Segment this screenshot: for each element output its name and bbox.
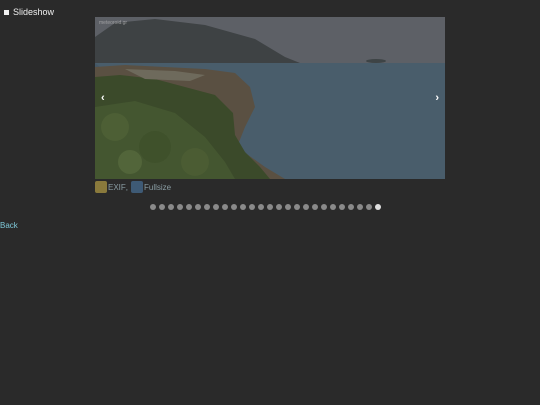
pagination-dot[interactable] (159, 204, 165, 210)
pagination-dot[interactable] (339, 204, 345, 210)
pagination-dot[interactable] (258, 204, 264, 210)
landscape-photo (95, 17, 445, 179)
previous-photo-button[interactable]: ‹ (101, 92, 105, 104)
pagination-dot[interactable] (168, 204, 174, 210)
pagination-dot[interactable] (357, 204, 363, 210)
pagination-dot[interactable] (303, 204, 309, 210)
fullsize-link[interactable]: Fullsize (144, 183, 171, 192)
pagination-dot[interactable] (249, 204, 255, 210)
pagination-dot[interactable] (195, 204, 201, 210)
pagination-dot[interactable] (222, 204, 228, 210)
pagination-dot[interactable] (231, 204, 237, 210)
exif-link[interactable]: EXIF (108, 183, 126, 192)
pagination-dot[interactable] (285, 204, 291, 210)
pagination-dot[interactable] (366, 204, 372, 210)
pagination-dot[interactable] (348, 204, 354, 210)
photo-watermark: meteoroid.gr (99, 20, 128, 26)
pagination-dot[interactable] (213, 204, 219, 210)
pagination-dot[interactable] (375, 204, 381, 210)
pagination-dot[interactable] (330, 204, 336, 210)
exif-icon[interactable] (95, 181, 107, 193)
pagination-dot[interactable] (150, 204, 156, 210)
photo-toolbar: EXIF , Fullsize (95, 181, 171, 193)
next-photo-button[interactable]: › (435, 92, 439, 104)
fullsize-icon[interactable] (131, 181, 144, 193)
pagination-dots (150, 204, 381, 210)
pagination-dot[interactable] (294, 204, 300, 210)
pagination-dot[interactable] (204, 204, 210, 210)
pagination-dot[interactable] (321, 204, 327, 210)
slideshow-checkbox[interactable] (4, 9, 9, 15)
slideshow-toggle[interactable]: Slideshow (4, 7, 54, 17)
pagination-dot[interactable] (312, 204, 318, 210)
pagination-dot[interactable] (267, 204, 273, 210)
pagination-dot[interactable] (240, 204, 246, 210)
photo-viewer[interactable]: meteoroid.gr ‹ › (95, 17, 445, 179)
pagination-dot[interactable] (177, 204, 183, 210)
pagination-dot[interactable] (276, 204, 282, 210)
pagination-dot[interactable] (186, 204, 192, 210)
slideshow-label: Slideshow (13, 7, 55, 17)
back-link[interactable]: Back (0, 221, 18, 230)
toolbar-separator: , (125, 182, 129, 192)
